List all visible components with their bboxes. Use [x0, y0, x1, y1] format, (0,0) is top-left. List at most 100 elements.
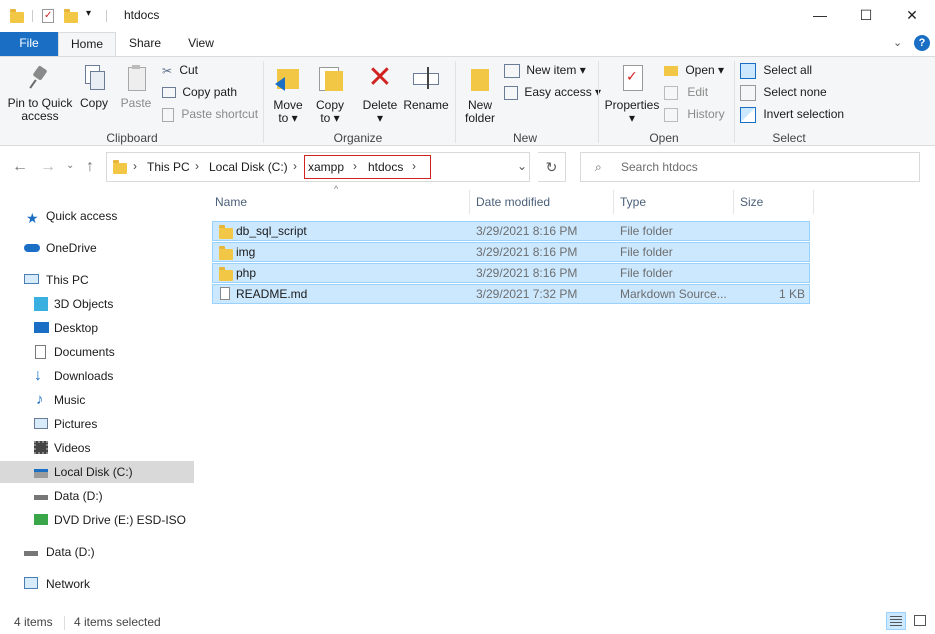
nav-onedrive[interactable]: OneDrive: [0, 237, 194, 259]
file-date: 3/29/2021 8:16 PM: [476, 224, 578, 238]
select-all-button[interactable]: Select all: [740, 61, 812, 79]
paste-shortcut-button[interactable]: Paste shortcut: [162, 105, 258, 123]
new-item-label: New item ▾: [526, 63, 586, 77]
tab-home[interactable]: Home: [58, 32, 116, 56]
scissors-icon: ✂: [162, 63, 173, 78]
expand-ribbon-icon[interactable]: ⌄: [893, 36, 902, 49]
recent-locations-button[interactable]: ⌄: [66, 160, 74, 171]
column-header-date[interactable]: Date modified: [476, 190, 610, 216]
new-item-button[interactable]: New item ▾: [504, 61, 586, 79]
new-folder-button[interactable]: New folder: [460, 63, 500, 125]
nav-videos[interactable]: Videos: [0, 437, 194, 459]
history-button[interactable]: History: [664, 105, 725, 123]
move-to-button[interactable]: Move to ▾: [270, 63, 306, 125]
edit-label: Edit: [687, 85, 709, 99]
nav-label: Documents: [54, 345, 115, 359]
maximize-button[interactable]: ☐: [843, 0, 889, 30]
edit-button[interactable]: Edit: [664, 83, 708, 101]
rename-button[interactable]: Rename: [403, 63, 449, 112]
up-button[interactable]: ↑: [86, 158, 94, 176]
file-row[interactable]: img 3/29/2021 8:16 PM File folder: [212, 242, 810, 262]
copy-to-button[interactable]: Copy to ▾: [312, 63, 348, 125]
item-count: 4 items: [14, 615, 53, 629]
delete-button[interactable]: ✕ Delete ▾: [360, 63, 400, 125]
close-button[interactable]: ✕: [889, 0, 935, 30]
copy-to-icon: [317, 63, 343, 93]
properties-button[interactable]: ✓ Properties ▾: [603, 63, 661, 125]
open-group-label: Open: [649, 131, 679, 145]
edit-icon: [664, 85, 678, 100]
details-view-icon[interactable]: [886, 612, 906, 630]
forward-button[interactable]: →: [40, 158, 56, 176]
file-row[interactable]: php 3/29/2021 8:16 PM File folder: [212, 263, 810, 283]
copy-path-button[interactable]: Copy path: [162, 83, 237, 101]
nav-network[interactable]: Network: [0, 573, 194, 595]
tab-share[interactable]: Share: [120, 32, 170, 56]
column-header-size[interactable]: Size: [740, 190, 810, 216]
select-all-label: Select all: [763, 63, 813, 77]
nav-label: Data (D:): [46, 545, 95, 559]
nav-3d-objects[interactable]: 3D Objects: [0, 293, 194, 315]
file-row[interactable]: db_sql_script 3/29/2021 8:16 PM File fol…: [212, 221, 810, 241]
nav-pictures[interactable]: Pictures: [0, 413, 194, 435]
open-button[interactable]: Open ▾: [664, 61, 724, 79]
breadcrumb-local-disk[interactable]: Local Disk (C:): [209, 160, 288, 174]
search-box[interactable]: ⌕ Search htdocs: [580, 152, 920, 182]
divider: [613, 190, 614, 214]
nav-local-disk-c[interactable]: Local Disk (C:): [0, 461, 194, 483]
nav-label: Data (D:): [54, 489, 103, 503]
ribbon-tabs: File Home Share View ⌄ ?: [0, 32, 935, 56]
nav-data-d-root[interactable]: Data (D:): [0, 541, 194, 563]
file-type: Markdown Source...: [620, 287, 727, 301]
breadcrumb-this-pc[interactable]: This PC: [147, 160, 190, 174]
tab-view[interactable]: View: [176, 32, 226, 56]
nav-label: Desktop: [54, 321, 99, 335]
file-date: 3/29/2021 8:16 PM: [476, 266, 578, 280]
invert-selection-button[interactable]: Invert selection: [740, 105, 844, 123]
paste-shortcut-icon: [162, 107, 174, 122]
customize-quick-access-icon[interactable]: ▾: [86, 8, 91, 19]
nav-label: Music: [54, 393, 86, 407]
computer-icon: [24, 274, 39, 284]
copy-to-label-line2: to ▾: [320, 111, 340, 125]
nav-label: Local Disk (C:): [54, 465, 133, 479]
properties-quick-icon[interactable]: ✓: [42, 9, 54, 23]
properties-icon: ✓: [621, 63, 643, 93]
search-input[interactable]: Search htdocs: [621, 160, 698, 174]
nav-dvd-drive[interactable]: DVD Drive (E:) ESD-ISO: [0, 509, 194, 531]
cut-button[interactable]: ✂ Cut: [162, 61, 198, 79]
paste-icon: [125, 65, 147, 91]
copy-button[interactable]: Copy: [76, 65, 112, 110]
select-none-button[interactable]: Select none: [740, 83, 827, 101]
back-button[interactable]: ←: [12, 158, 28, 176]
paste-button[interactable]: Paste: [116, 65, 156, 110]
nav-label: This PC: [46, 273, 89, 287]
open-label: Open ▾: [685, 63, 725, 77]
nav-music[interactable]: ♪ Music: [0, 389, 194, 411]
nav-quick-access[interactable]: ★ Quick access: [0, 205, 194, 227]
column-header-name[interactable]: Name: [215, 190, 465, 216]
address-dropdown-icon[interactable]: ⌄: [517, 159, 527, 173]
copy-label: Copy: [79, 96, 108, 110]
select-group-label: Select: [772, 131, 806, 145]
desktop-icon: [34, 322, 49, 333]
nav-label: Pictures: [54, 417, 98, 431]
help-icon[interactable]: ?: [914, 35, 930, 51]
divider: [813, 190, 814, 214]
nav-label: Quick access: [46, 209, 118, 223]
easy-access-button[interactable]: Easy access ▾: [504, 83, 601, 101]
refresh-button[interactable]: ↻: [538, 152, 566, 182]
large-icons-view-icon[interactable]: [910, 612, 930, 630]
tab-file[interactable]: File: [0, 32, 58, 56]
nav-data-d[interactable]: Data (D:): [0, 485, 194, 507]
nav-downloads[interactable]: ↓ Downloads: [0, 365, 194, 387]
delete-dropdown-caret: ▾: [376, 111, 384, 125]
file-row[interactable]: README.md 3/29/2021 7:32 PM Markdown Sou…: [212, 284, 810, 304]
minimize-button[interactable]: —: [797, 0, 843, 30]
nav-documents[interactable]: Documents: [0, 341, 194, 363]
nav-desktop[interactable]: Desktop: [0, 317, 194, 339]
open-folder-icon: [664, 65, 678, 76]
column-header-type[interactable]: Type: [620, 190, 730, 216]
nav-this-pc[interactable]: This PC: [0, 269, 194, 291]
pin-to-quick-access-button[interactable]: Pin to Quick access: [4, 65, 76, 123]
